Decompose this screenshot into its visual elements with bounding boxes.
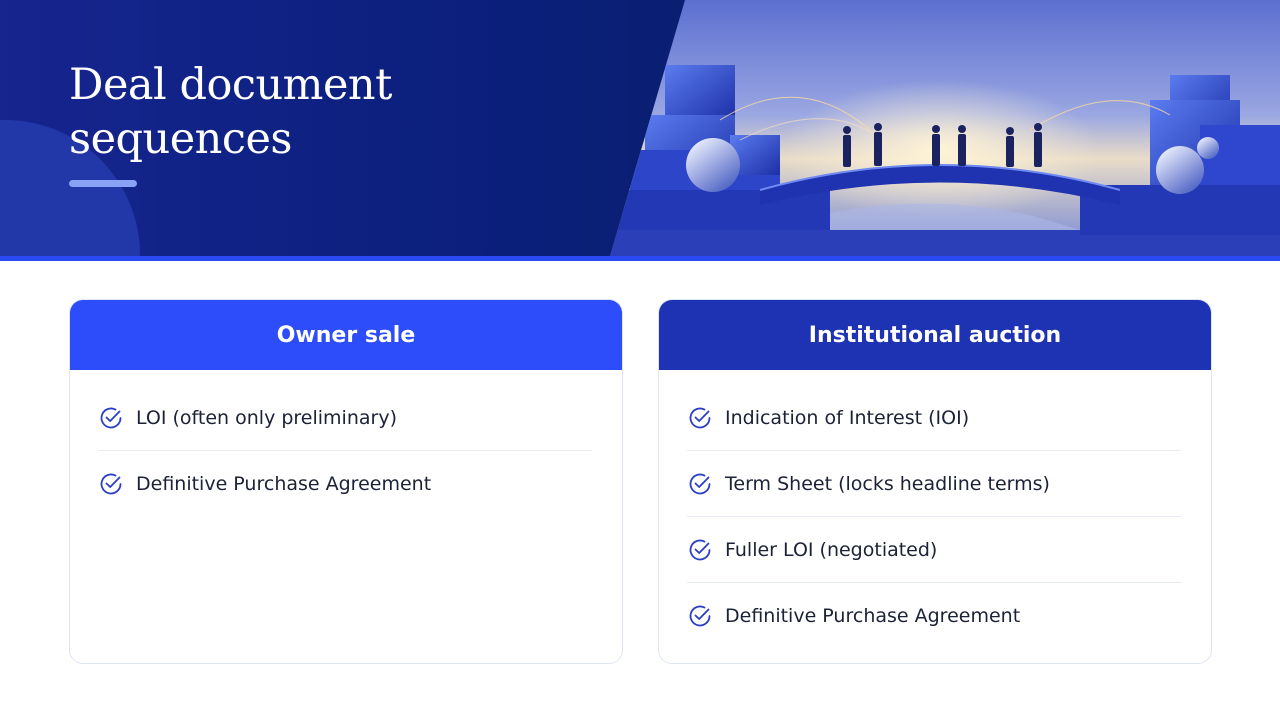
- check-circle-icon: [100, 473, 122, 495]
- owner-sale-title: Owner sale: [276, 322, 416, 348]
- list-item-text: Indication of Interest (IOI): [725, 406, 970, 429]
- list-item-text: Fuller LOI (negotiated): [725, 538, 938, 561]
- list-item-text: LOI (often only preliminary): [136, 406, 397, 429]
- institutional-auction-title: Institutional auction: [808, 322, 1062, 348]
- owner-sale-list: LOI (often only preliminary) Definitive …: [70, 370, 622, 517]
- check-circle-icon: [689, 473, 711, 494]
- slide-title-line-2: sequences: [69, 114, 292, 164]
- header-accent-band: [0, 256, 1280, 261]
- slide-title: Deal document sequences: [69, 58, 392, 166]
- list-item-text: Definitive Purchase Agreement: [136, 473, 432, 495]
- institutional-auction-card: Institutional auction Indication of Inte…: [658, 299, 1212, 664]
- institutional-auction-list: Indication of Interest (IOI) Term Sheet …: [659, 370, 1211, 649]
- title-underline: [69, 180, 137, 187]
- list-item-text: Term Sheet (locks headline terms): [725, 472, 1050, 495]
- institutional-auction-header: Institutional auction: [659, 300, 1211, 370]
- list-item-text: Definitive Purchase Agreement: [725, 605, 1021, 627]
- check-circle-icon: [100, 407, 122, 428]
- list-item: Fuller LOI (negotiated): [687, 517, 1181, 583]
- check-circle-icon: [689, 605, 711, 627]
- header-illustration: [610, 0, 1280, 256]
- title-banner: Deal document sequences: [0, 0, 1280, 256]
- list-item: Definitive Purchase Agreement: [98, 451, 592, 517]
- owner-sale-card: Owner sale LOI (often only preliminary) …: [69, 299, 623, 664]
- check-circle-icon: [689, 407, 711, 428]
- owner-sale-header: Owner sale: [70, 300, 622, 370]
- slide-title-line-1: Deal document: [69, 60, 392, 110]
- list-item: Indication of Interest (IOI): [687, 385, 1181, 451]
- list-item: LOI (often only preliminary): [98, 385, 592, 451]
- list-item: Term Sheet (locks headline terms): [687, 451, 1181, 517]
- list-item: Definitive Purchase Agreement: [687, 583, 1181, 649]
- check-circle-icon: [689, 539, 711, 560]
- bridge-handshake-illustration: [610, 0, 1280, 256]
